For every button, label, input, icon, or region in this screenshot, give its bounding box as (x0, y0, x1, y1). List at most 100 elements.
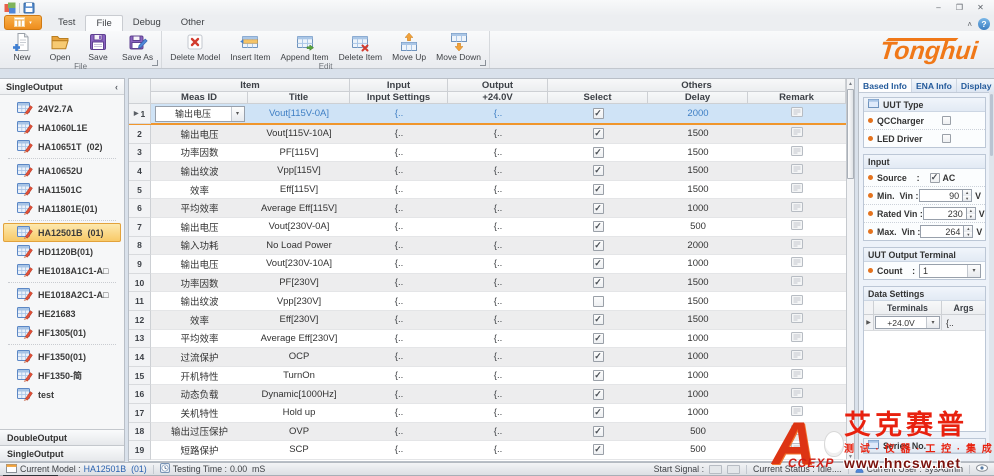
scrollbar-thumb[interactable] (847, 89, 854, 179)
scroll-up-icon[interactable]: ▲ (847, 79, 854, 88)
remark-cell[interactable] (748, 348, 846, 366)
delay-cell[interactable]: 1000 (648, 330, 748, 348)
select-checkbox[interactable] (593, 444, 604, 455)
meas-id-cell[interactable]: 功率因数 功率因数 ▾ (151, 144, 248, 162)
output-cell[interactable]: {.. (448, 199, 548, 217)
scroll-down-icon[interactable]: ▼ (847, 452, 854, 461)
select-checkbox[interactable] (593, 147, 604, 158)
option-checkbox[interactable] (942, 116, 951, 125)
table-row[interactable]: ▶8 输入功耗 输入功耗 ▾ No Load Power {.. {.. 200… (129, 237, 846, 256)
meas-id-cell[interactable]: 输出电压 输出电压 ▾ (151, 104, 248, 123)
meas-id-cell[interactable]: 输出电压 输出电压 ▾ (151, 255, 248, 273)
input-settings-cell[interactable]: {.. (350, 104, 448, 123)
output-cell[interactable]: {.. (448, 237, 548, 255)
title-cell[interactable]: No Load Power (248, 237, 350, 255)
title-cell[interactable]: Vout[230V-10A] (248, 255, 350, 273)
new-button[interactable]: New (3, 32, 41, 62)
table-row[interactable]: ▶10 功率因数 功率因数 ▾ PF[230V] {.. {.. 1500 (129, 274, 846, 293)
delay-cell[interactable]: 1500 (648, 125, 748, 143)
table-row[interactable]: ▶1 输出电压 输出电压 ▾ Vout[115V-0A] {.. {.. 200… (129, 104, 846, 125)
table-row[interactable]: ▶9 输出电压 输出电压 ▾ Vout[230V-10A] {.. {.. 10… (129, 255, 846, 274)
meas-id-cell[interactable]: 输出纹波 输出纹波 ▾ (151, 292, 248, 310)
sidebar-item[interactable]: HF1350-简 (3, 366, 121, 385)
output-cell[interactable]: {.. (448, 144, 548, 162)
output-cell[interactable]: {.. (448, 385, 548, 403)
minimize-button[interactable]: – (929, 3, 948, 14)
title-cell[interactable]: SCP (248, 441, 350, 459)
title-cell[interactable]: OVP (248, 423, 350, 441)
select-checkbox[interactable] (593, 389, 604, 400)
output-cell[interactable]: {.. (448, 367, 548, 385)
sidebar-item[interactable]: test (3, 385, 121, 404)
remark-cell[interactable] (748, 162, 846, 180)
select-checkbox[interactable] (593, 165, 604, 176)
table-scrollbar[interactable]: ▲ ▼ (846, 79, 854, 461)
args-cell[interactable]: {.. (942, 315, 985, 330)
title-cell[interactable]: Vout[230V-0A] (248, 218, 350, 236)
meas-id-cell[interactable]: 开机特性 开机特性 ▾ (151, 367, 248, 385)
sidebar-item[interactable]: HA10652U (3, 161, 121, 180)
input-settings-cell[interactable]: {.. (350, 162, 448, 180)
input-settings-cell[interactable]: {.. (350, 441, 448, 459)
select-checkbox[interactable] (593, 277, 604, 288)
sidebar-item[interactable]: HA10651T (02) (3, 137, 121, 156)
spinner-arrows-icon[interactable]: ▲▼ (964, 225, 973, 238)
remark-cell[interactable] (748, 441, 846, 459)
delete-model-button[interactable]: Delete Model (165, 32, 225, 62)
move-down-button[interactable]: Move Down (431, 32, 486, 62)
meas-id-cell[interactable]: 过流保护 过流保护 ▾ (151, 348, 248, 366)
delay-cell[interactable]: 1000 (648, 367, 748, 385)
sidebar-item[interactable]: HA1060L1E (3, 118, 121, 137)
title-cell[interactable]: Vout[115V-10A] (248, 125, 350, 143)
quick-save-icon[interactable] (23, 2, 35, 14)
table-row[interactable]: ▶4 输出纹波 输出纹波 ▾ Vpp[115V] {.. {.. 1500 (129, 162, 846, 181)
scrollbar-thumb[interactable] (990, 94, 993, 156)
title-cell[interactable]: Dynamic[1000Hz] (248, 385, 350, 403)
sidebar-item[interactable]: HE1018A2C1-A□ (3, 285, 121, 304)
table-row[interactable]: ▶12 效率 效率 ▾ Eff[230V] {.. {.. 1500 (129, 311, 846, 330)
meas-id-cell[interactable]: 效率 效率 ▾ (151, 181, 248, 199)
title-cell[interactable]: PF[115V] (248, 144, 350, 162)
open-button[interactable]: Open (41, 32, 79, 62)
title-cell[interactable]: Average Eff[115V] (248, 199, 350, 217)
table-row[interactable]: ▶16 动态负载 动态负载 ▾ Dynamic[1000Hz] {.. {.. … (129, 385, 846, 404)
input-settings-cell[interactable]: {.. (350, 144, 448, 162)
table-row[interactable]: ▶2 输出电压 输出电压 ▾ Vout[115V-10A] {.. {.. 15… (129, 125, 846, 144)
title-cell[interactable]: Eff[230V] (248, 311, 350, 329)
option-checkbox[interactable] (942, 134, 951, 143)
help-button[interactable]: ? (978, 18, 990, 30)
select-checkbox[interactable] (593, 296, 604, 307)
panel-scrollbar[interactable] (989, 92, 994, 461)
meas-id-cell[interactable]: 输出过压保护 输出过压保护 ▾ (151, 423, 248, 441)
append-item-button[interactable]: Append Item (275, 32, 333, 62)
select-checkbox[interactable] (593, 240, 604, 251)
select-checkbox[interactable] (593, 184, 604, 195)
delay-cell[interactable]: 500 (648, 441, 748, 459)
table-row[interactable]: ▶3 功率因数 功率因数 ▾ PF[115V] {.. {.. 1500 (129, 144, 846, 163)
dialog-launcher-icon[interactable] (480, 60, 486, 66)
output-cell[interactable]: {.. (448, 181, 548, 199)
input-settings-cell[interactable]: {.. (350, 237, 448, 255)
input-settings-cell[interactable]: {.. (350, 348, 448, 366)
value-spinner[interactable]: 90 ▲▼ (919, 189, 972, 202)
select-checkbox[interactable] (593, 426, 604, 437)
table-row[interactable]: ▶13 平均效率 平均效率 ▾ Average Eff[230V] {.. {.… (129, 330, 846, 349)
title-cell[interactable]: Vpp[115V] (248, 162, 350, 180)
sidebar-header[interactable]: SingleOutput ‹ (0, 79, 124, 95)
save-button[interactable]: Save (79, 32, 117, 62)
delay-cell[interactable]: 1500 (648, 274, 748, 292)
table-row[interactable]: ▶19 短路保护 短路保护 ▾ SCP {.. {.. 500 (129, 441, 846, 460)
input-settings-cell[interactable]: {.. (350, 292, 448, 310)
input-settings-cell[interactable]: {.. (350, 218, 448, 236)
output-cell[interactable]: {.. (448, 423, 548, 441)
sidebar-item[interactable]: HF1305(01) (3, 323, 121, 342)
app-menu-button[interactable]: ▾ (4, 15, 42, 30)
panel-tab-display-settings[interactable]: Display Settings (957, 79, 994, 92)
select-checkbox[interactable] (593, 128, 604, 139)
remark-cell[interactable] (748, 125, 846, 143)
sidebar-accordion-singleoutput[interactable]: SingleOutput (0, 445, 124, 461)
delay-cell[interactable]: 2000 (648, 104, 748, 123)
remark-cell[interactable] (748, 274, 846, 292)
delay-cell[interactable]: 1500 (648, 144, 748, 162)
remark-cell[interactable] (748, 385, 846, 403)
